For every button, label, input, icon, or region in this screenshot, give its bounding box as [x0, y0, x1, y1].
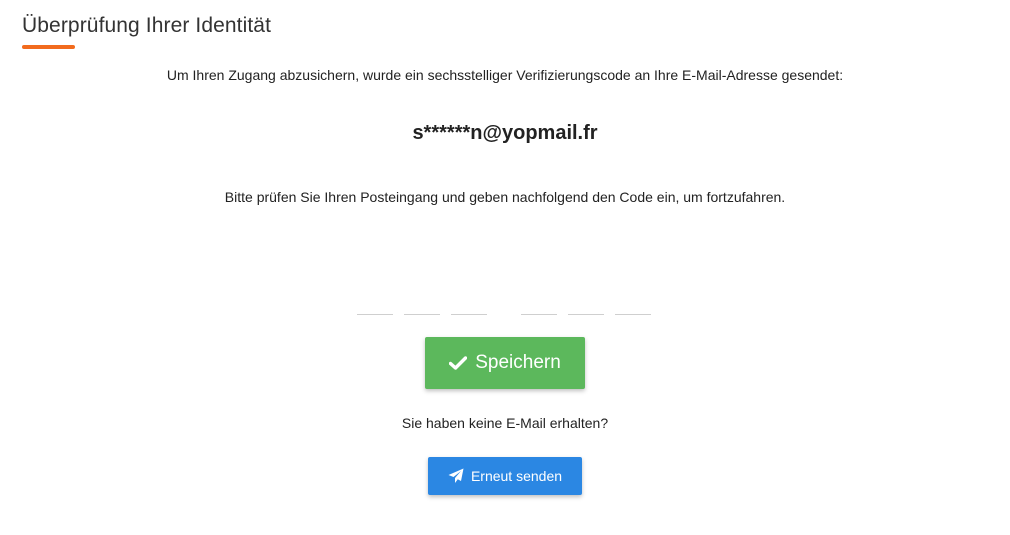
code-digit-5[interactable]	[568, 296, 604, 315]
page-title: Überprüfung Ihrer Identität	[22, 14, 272, 37]
intro-text: Um Ihren Zugang abzusichern, wurde ein s…	[166, 67, 844, 83]
resend-button[interactable]: Erneut senden	[428, 457, 582, 495]
instruction-text: Bitte prüfen Sie Ihren Posteingang und g…	[224, 189, 786, 205]
code-digit-4[interactable]	[521, 296, 557, 315]
check-icon	[449, 356, 468, 370]
code-digit-3[interactable]	[451, 296, 487, 315]
masked-email: s******n@yopmail.fr	[412, 122, 598, 144]
code-digit-2[interactable]	[404, 296, 440, 315]
no-email-prompt: Sie haben keine E-Mail erhalten?	[401, 415, 609, 431]
save-button[interactable]: Speichern	[425, 337, 585, 389]
verification-page: Überprüfung Ihrer Identität Um Ihren Zug…	[0, 0, 1010, 535]
paper-plane-icon	[448, 468, 464, 484]
save-button-label: Speichern	[475, 352, 561, 373]
code-digit-6[interactable]	[615, 296, 651, 315]
resend-button-label: Erneut senden	[470, 468, 563, 484]
code-digit-1[interactable]	[357, 296, 393, 315]
title-underline	[22, 45, 75, 49]
